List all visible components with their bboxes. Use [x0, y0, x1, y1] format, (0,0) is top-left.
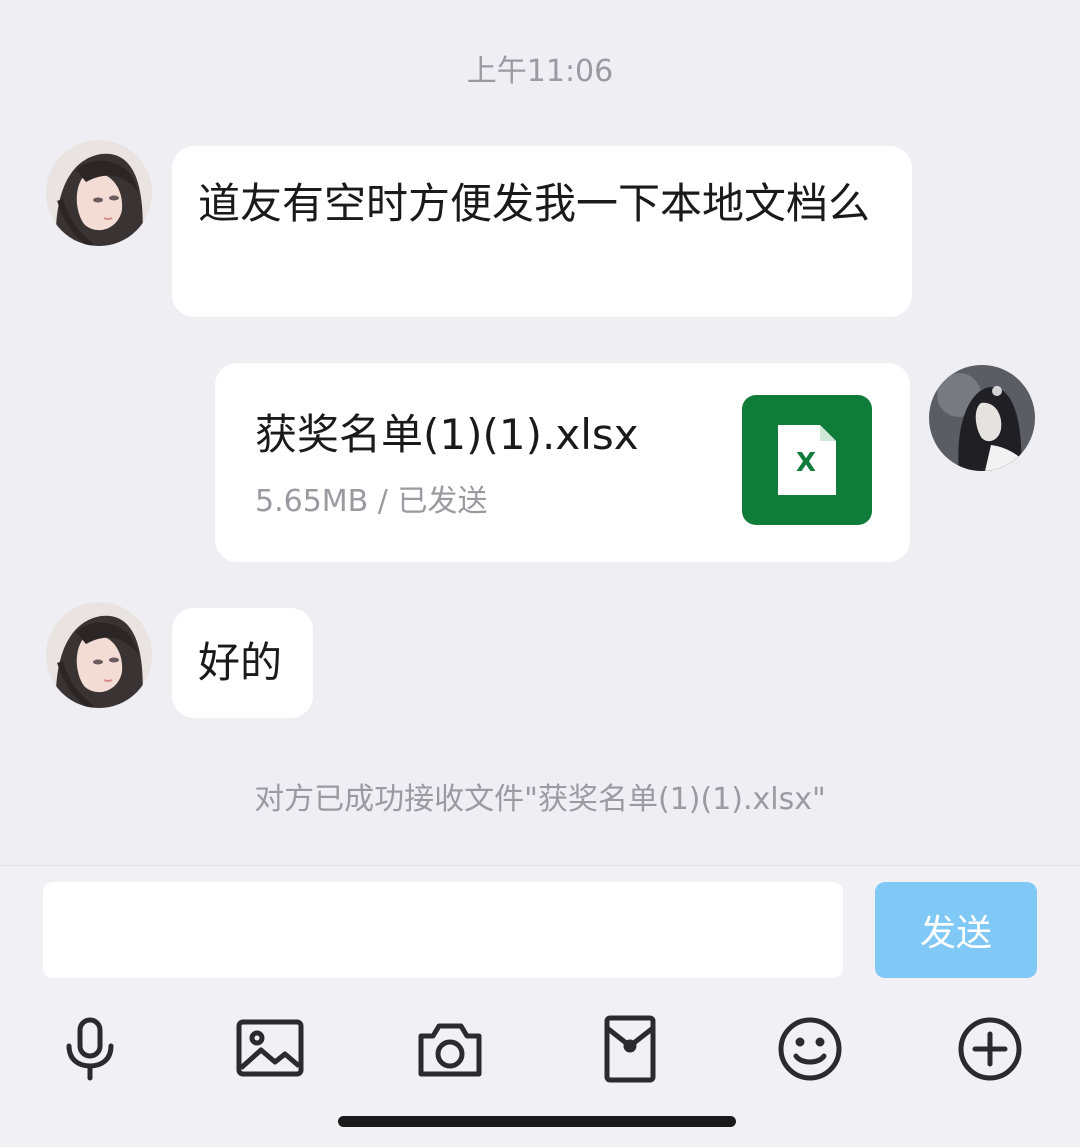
image-icon[interactable]: [235, 1014, 305, 1084]
message-text: 道友有空时方便发我一下本地文档么: [198, 179, 871, 228]
message-bubble-received[interactable]: 道友有空时方便发我一下本地文档么: [172, 146, 912, 317]
message-bubble-received[interactable]: 好的: [172, 608, 313, 718]
red-packet-icon[interactable]: [595, 1014, 665, 1084]
composer-bar: 发送: [0, 866, 1080, 1147]
contact-avatar[interactable]: [46, 140, 152, 246]
file-meta: 5.65MB / 已发送: [255, 484, 488, 519]
home-indicator[interactable]: [338, 1116, 736, 1127]
svg-text:X: X: [796, 448, 816, 478]
message-text: 好的: [198, 638, 283, 687]
message-input[interactable]: [43, 882, 843, 978]
plus-icon[interactable]: [955, 1014, 1025, 1084]
user-avatar[interactable]: [929, 365, 1035, 471]
emoji-icon[interactable]: [775, 1014, 845, 1084]
contact-avatar[interactable]: [46, 602, 152, 708]
send-button[interactable]: 发送: [875, 882, 1037, 978]
microphone-icon[interactable]: [55, 1014, 125, 1084]
excel-icon: X: [742, 395, 872, 525]
file-message-bubble[interactable]: 获奖名单(1)(1).xlsx 5.65MB / 已发送 X: [215, 363, 910, 562]
system-note: 对方已成功接收文件"获奖名单(1)(1).xlsx": [254, 782, 826, 817]
message-timestamp: 上午11:06: [466, 54, 614, 89]
file-name: 获奖名单(1)(1).xlsx: [255, 410, 639, 459]
camera-icon[interactable]: [415, 1014, 485, 1084]
chat-area: 上午11:06 道友有空时方便发我一下本地文档么 获奖名单(1)(1).xlsx…: [0, 0, 1080, 866]
